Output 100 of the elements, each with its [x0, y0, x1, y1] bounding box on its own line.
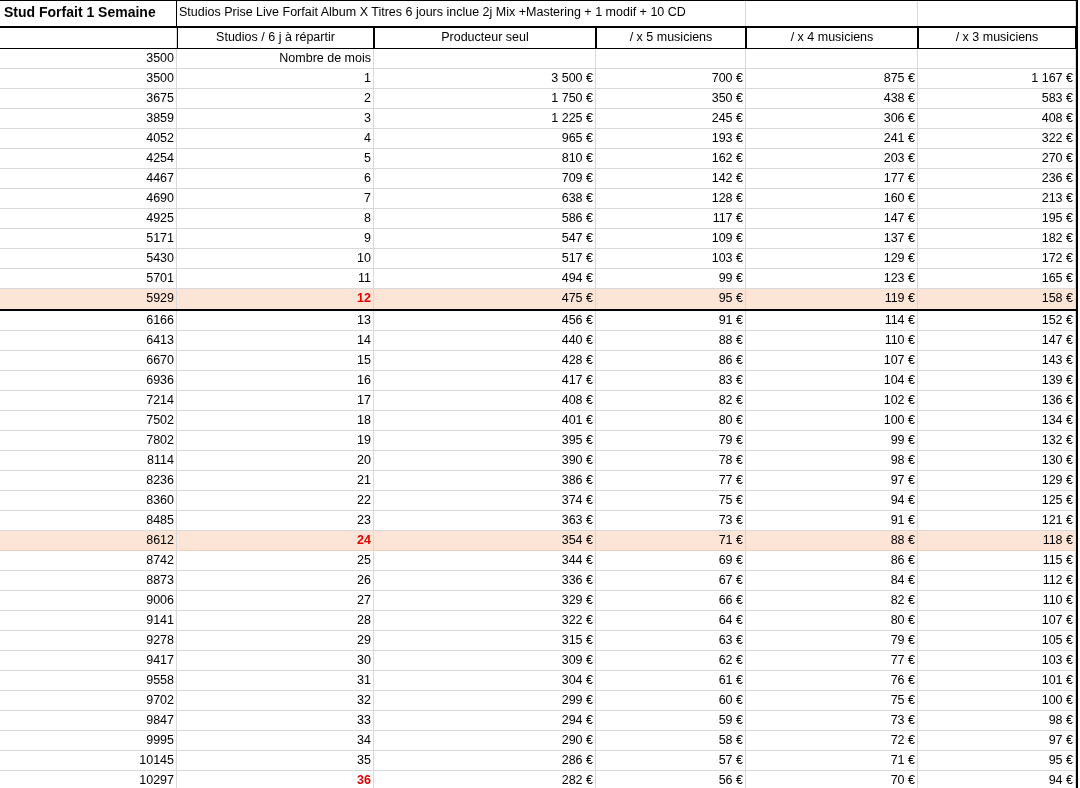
table-cell: 84 € [746, 571, 918, 591]
table-cell: 147 € [918, 331, 1076, 351]
table-cell: 16 [177, 371, 374, 391]
table-cell: 4 [177, 129, 374, 149]
table-cell: 110 € [746, 331, 918, 351]
column-header: Studios / 6 j à répartir [177, 28, 374, 48]
table-cell: 290 € [374, 731, 596, 751]
table-cell: 17 [177, 391, 374, 411]
table-cell: 99 € [746, 431, 918, 451]
table-cell: 66 € [596, 591, 746, 611]
table-cell: 8612 [0, 531, 177, 551]
table-cell: 7802 [0, 431, 177, 451]
sheet-title: Stud Forfait 1 Semaine [0, 1, 177, 26]
table-cell: 3859 [0, 109, 177, 129]
table-cell: 245 € [596, 109, 746, 129]
table-cell: 64 € [596, 611, 746, 631]
table-cell: 638 € [374, 189, 596, 209]
table-cell: 109 € [596, 229, 746, 249]
table-cell: 203 € [746, 149, 918, 169]
table-cell: 105 € [918, 631, 1076, 651]
table-cell: 322 € [374, 611, 596, 631]
table-cell: 28 [177, 611, 374, 631]
table-cell: 1 750 € [374, 89, 596, 109]
table-cell: 3500 [0, 69, 177, 89]
table-cell: 5929 [0, 289, 177, 309]
table-cell: 3675 [0, 89, 177, 109]
table-cell: 354 € [374, 531, 596, 551]
table-cell: 5171 [0, 229, 177, 249]
table-cell: 4925 [0, 209, 177, 229]
table-cell: 586 € [374, 209, 596, 229]
table-cell: 71 € [596, 531, 746, 551]
table-cell: 79 € [746, 631, 918, 651]
table-cell: 309 € [374, 651, 596, 671]
table-cell: 31 [177, 671, 374, 691]
table-cell: 61 € [596, 671, 746, 691]
table-cell: 33 [177, 711, 374, 731]
table-cell: 83 € [596, 371, 746, 391]
table-cell: 9702 [0, 691, 177, 711]
table-cell: 322 € [918, 129, 1076, 149]
table-cell: 82 € [596, 391, 746, 411]
table-cell: 58 € [596, 731, 746, 751]
table-cell: 82 € [746, 591, 918, 611]
table-cell: 875 € [746, 69, 918, 89]
table-cell: 137 € [746, 229, 918, 249]
table-cell: 8 [177, 209, 374, 229]
table-cell: 9 [177, 229, 374, 249]
table-cell: 408 € [374, 391, 596, 411]
table-cell: 1 [177, 69, 374, 89]
table-cell: 10 [177, 249, 374, 269]
table-cell: 8236 [0, 471, 177, 491]
table-cell: 91 € [596, 311, 746, 331]
table-cell: 114 € [746, 311, 918, 331]
table-cell: 9995 [0, 731, 177, 751]
table-cell: 62 € [596, 651, 746, 671]
table-cell: 160 € [746, 189, 918, 209]
table-cell: 130 € [918, 451, 1076, 471]
table-cell: 456 € [374, 311, 596, 331]
table-cell: 72 € [746, 731, 918, 751]
table-cell: 19 [177, 431, 374, 451]
table-cell: 9417 [0, 651, 177, 671]
table-cell: 98 € [746, 451, 918, 471]
table-cell: 547 € [374, 229, 596, 249]
table-cell: 6413 [0, 331, 177, 351]
table-cell: 350 € [596, 89, 746, 109]
table-cell: 4690 [0, 189, 177, 209]
table-cell: 142 € [596, 169, 746, 189]
table-cell: 3 500 € [374, 69, 596, 89]
table-cell: 4052 [0, 129, 177, 149]
table-cell: 241 € [746, 129, 918, 149]
table-cell: 97 € [918, 731, 1076, 751]
column-header: / x 3 musiciens [918, 28, 1076, 48]
table-cell: 182 € [918, 229, 1076, 249]
table-cell: 162 € [596, 149, 746, 169]
table-cell: 282 € [374, 771, 596, 788]
table-cell: 2 [177, 89, 374, 109]
table-cell: 386 € [374, 471, 596, 491]
table-cell: 428 € [374, 351, 596, 371]
table-cell: 22 [177, 491, 374, 511]
table-cell: 119 € [746, 289, 918, 309]
table-cell: 75 € [746, 691, 918, 711]
table-cell: 136 € [918, 391, 1076, 411]
column-header: / x 4 musiciens [746, 28, 918, 48]
table-cell: 70 € [746, 771, 918, 788]
table-cell: 14 [177, 331, 374, 351]
table-cell: 417 € [374, 371, 596, 391]
table-cell: 115 € [918, 551, 1076, 571]
table-cell: 270 € [918, 149, 1076, 169]
table-cell: 97 € [746, 471, 918, 491]
table-cell: 21 [177, 471, 374, 491]
table-cell: 94 € [746, 491, 918, 511]
table-cell: 374 € [374, 491, 596, 511]
table-cell: 438 € [746, 89, 918, 109]
table-cell: 57 € [596, 751, 746, 771]
table-cell: 177 € [746, 169, 918, 189]
table-cell: 69 € [596, 551, 746, 571]
table-cell: 94 € [918, 771, 1076, 788]
table-cell: 25 [177, 551, 374, 571]
table-cell: 77 € [746, 651, 918, 671]
table-cell: 195 € [918, 209, 1076, 229]
table-cell: 8360 [0, 491, 177, 511]
